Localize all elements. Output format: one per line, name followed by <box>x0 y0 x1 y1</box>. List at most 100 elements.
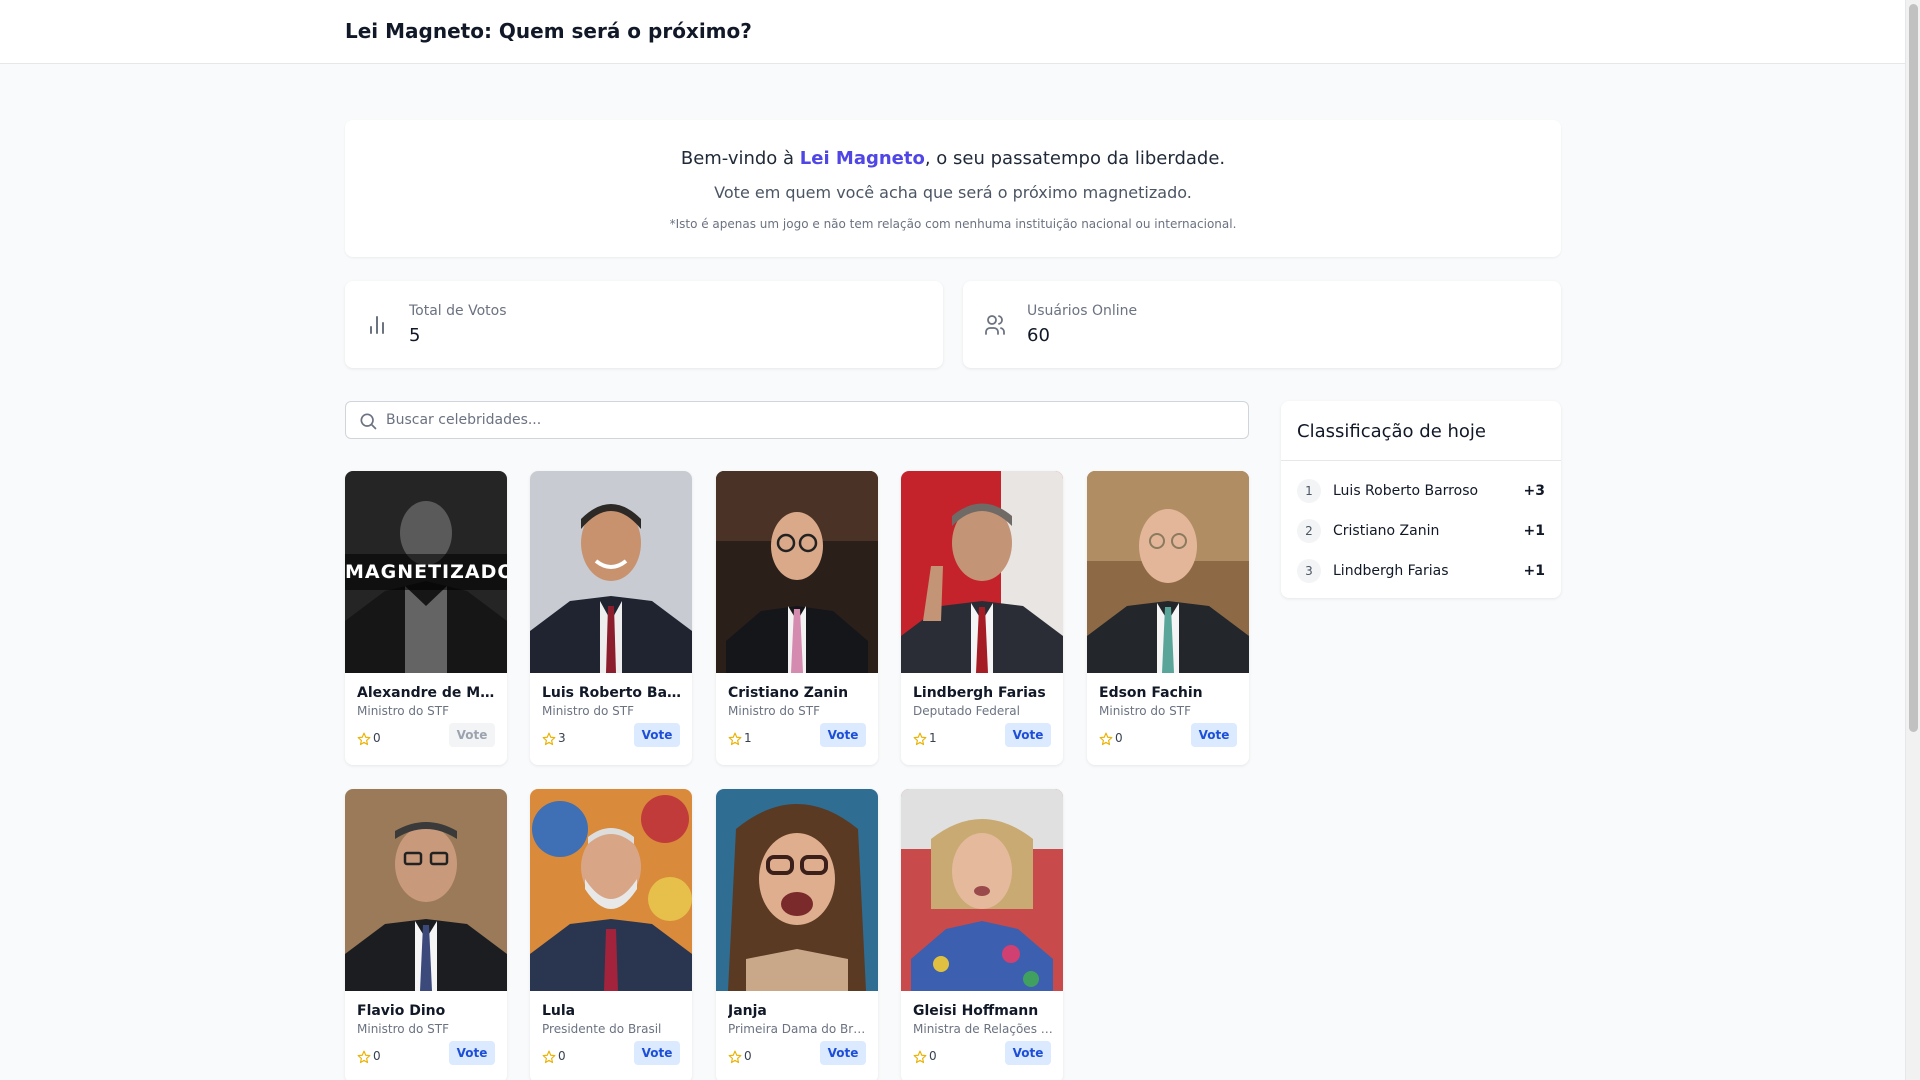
celebrity-name: Cristiano Zanin <box>728 685 849 701</box>
vote-count-value: 0 <box>373 731 381 745</box>
celebrity-card: Flavio Dino Ministro do STF 0 Vote <box>345 789 507 1080</box>
vote-count-value: 0 <box>744 1049 752 1063</box>
total-votes-card: Total de Votos 5 <box>345 281 943 368</box>
celebrity-name: Edson Fachin <box>1099 685 1203 701</box>
ranking-item: 3 Lindbergh Farias +1 <box>1297 559 1545 583</box>
celebrity-role: Primeira Dama do Brasil <box>728 1022 870 1036</box>
ranking-divider <box>1281 460 1561 461</box>
daily-ranking-panel: Classificação de hoje 1 Luis Roberto Bar… <box>1281 401 1561 598</box>
celebrity-card: Gleisi Hoffmann Ministra de Relações Ins… <box>901 789 1063 1080</box>
celebrity-name: Luis Roberto Barroso <box>542 685 684 701</box>
welcome-prefix: Bem-vindo à <box>680 148 800 169</box>
search-icon <box>360 413 377 430</box>
search-box[interactable] <box>345 401 1249 439</box>
celebrity-role: Ministro do STF <box>542 704 635 718</box>
top-bar: Lei Magneto: Quem será o próximo? <box>0 0 1905 64</box>
ranking-delta: +1 <box>1523 563 1545 579</box>
celebrity-photo <box>530 471 692 673</box>
vote-button[interactable]: Vote <box>820 1041 866 1065</box>
vote-count-value: 3 <box>558 731 566 745</box>
welcome-suffix: , o seu passatempo da liberdade. <box>924 148 1226 169</box>
total-votes-label: Total de Votos <box>409 303 507 319</box>
ranking-title: Classificação de hoje <box>1297 421 1486 442</box>
celebrity-card: Luis Roberto Barroso Ministro do STF 3 V… <box>530 471 692 765</box>
celebrity-name: Gleisi Hoffmann <box>913 1003 1039 1019</box>
vote-count-value: 0 <box>373 1049 381 1063</box>
online-users-card: Usuários Online 60 <box>963 281 1561 368</box>
brand-name: Lei Magneto <box>799 148 925 169</box>
celebrity-card: MAGNETIZADO Alexandre de Moraes Ministro… <box>345 471 507 765</box>
page-title: Lei Magneto: Quem será o próximo? <box>345 19 752 43</box>
celebrity-photo <box>345 789 507 991</box>
celebrity-name: Lula <box>542 1003 576 1019</box>
ranking-item: 2 Cristiano Zanin +1 <box>1297 519 1545 543</box>
vote-count-value: 0 <box>1115 731 1123 745</box>
celebrity-role: Deputado Federal <box>913 704 1020 718</box>
ranking-item: 1 Luis Roberto Barroso +3 <box>1297 479 1545 503</box>
vote-button[interactable]: Vote <box>449 723 495 747</box>
welcome-subtitle: Vote em quem você acha que será o próxim… <box>714 183 1192 202</box>
celebrity-photo <box>1087 471 1249 673</box>
celebrity-photo <box>901 471 1063 673</box>
welcome-message: Bem-vindo à Lei Magneto, o seu passatemp… <box>345 148 1561 169</box>
celebrity-name: Flavio Dino <box>357 1003 446 1019</box>
star-icon <box>542 732 556 746</box>
celebrity-role: Ministro do STF <box>357 704 450 718</box>
star-icon <box>728 732 742 746</box>
users-icon <box>985 315 1005 335</box>
celebrity-card: Lula Presidente do Brasil 0 Vote <box>530 789 692 1080</box>
online-users-label: Usuários Online <box>1027 303 1138 319</box>
ranking-position: 2 <box>1297 519 1321 543</box>
welcome-panel: Bem-vindo à Lei Magneto, o seu passatemp… <box>345 120 1561 257</box>
star-icon <box>913 732 927 746</box>
celebrity-card: Lindbergh Farias Deputado Federal 1 Vote <box>901 471 1063 765</box>
ranking-position: 1 <box>1297 479 1321 503</box>
celebrity-role: Ministro do STF <box>1099 704 1192 718</box>
celebrity-photo <box>716 471 878 673</box>
ranking-position: 3 <box>1297 559 1321 583</box>
ranking-delta: +3 <box>1523 483 1545 499</box>
celebrity-card: Janja Primeira Dama do Brasil 0 Vote <box>716 789 878 1080</box>
star-icon <box>542 1050 556 1064</box>
ranking-name: Lindbergh Farias <box>1333 563 1449 579</box>
vote-button[interactable]: Vote <box>1005 723 1051 747</box>
vote-count-value: 1 <box>929 731 937 745</box>
vote-count-value: 1 <box>744 731 752 745</box>
vote-button[interactable]: Vote <box>634 1041 680 1065</box>
celebrity-photo <box>901 789 1063 991</box>
online-users-value: 60 <box>1027 325 1050 346</box>
star-icon <box>728 1050 742 1064</box>
celebrity-role: Ministro do STF <box>357 1022 450 1036</box>
vote-button[interactable]: Vote <box>820 723 866 747</box>
celebrity-photo: MAGNETIZADO <box>345 471 507 673</box>
ranking-name: Luis Roberto Barroso <box>1333 483 1479 499</box>
ranking-delta: +1 <box>1523 523 1545 539</box>
vote-count-value: 0 <box>558 1049 566 1063</box>
celebrity-photo <box>530 789 692 991</box>
celebrity-name: Janja <box>728 1003 767 1019</box>
star-icon <box>357 732 371 746</box>
celebrity-name: Lindbergh Farias <box>913 685 1046 701</box>
celebrity-role: Ministra de Relações Institucionais <box>913 1022 1055 1036</box>
star-icon <box>1099 732 1113 746</box>
star-icon <box>357 1050 371 1064</box>
page-scrollbar[interactable] <box>1905 0 1920 1080</box>
scrollbar-thumb[interactable] <box>1909 4 1918 732</box>
vote-button[interactable]: Vote <box>1191 723 1237 747</box>
star-icon <box>913 1050 927 1064</box>
vote-count-value: 0 <box>929 1049 937 1063</box>
celebrity-photo <box>716 789 878 991</box>
vote-button[interactable]: Vote <box>634 723 680 747</box>
celebrity-name: Alexandre de Moraes <box>357 685 499 701</box>
total-votes-value: 5 <box>409 325 421 346</box>
vote-button[interactable]: Vote <box>449 1041 495 1065</box>
bar-chart-icon <box>370 316 384 334</box>
disclaimer: *Isto é apenas um jogo e não tem relação… <box>669 217 1237 231</box>
celebrity-card: Cristiano Zanin Ministro do STF 1 Vote <box>716 471 878 765</box>
ranking-name: Cristiano Zanin <box>1333 523 1440 539</box>
celebrity-role: Ministro do STF <box>728 704 821 718</box>
search-input[interactable] <box>386 402 1236 438</box>
celebrity-role: Presidente do Brasil <box>542 1022 662 1036</box>
vote-button[interactable]: Vote <box>1005 1041 1051 1065</box>
celebrity-card: Edson Fachin Ministro do STF 0 Vote <box>1087 471 1249 765</box>
